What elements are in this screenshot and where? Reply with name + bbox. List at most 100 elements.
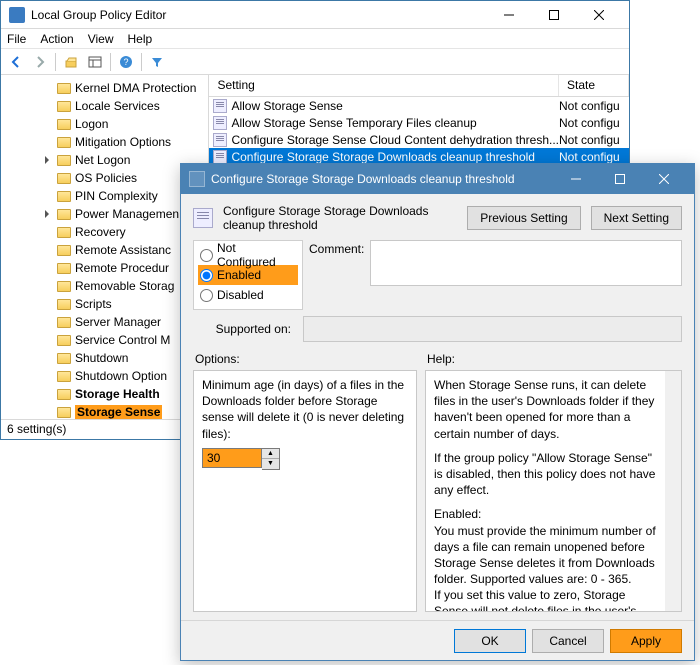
col-setting[interactable]: Setting <box>209 75 559 96</box>
state-radio-group: Not Configured Enabled Disabled <box>193 240 303 310</box>
minimize-button[interactable] <box>486 1 531 29</box>
forward-button[interactable] <box>29 51 51 73</box>
tree-pane[interactable]: Kernel DMA Protection Locale Services Logo… <box>1 75 209 439</box>
svg-text:?: ? <box>123 57 128 67</box>
options-text: Minimum age (in days) of a files in the … <box>202 377 408 442</box>
ok-button[interactable]: OK <box>454 629 526 653</box>
folder-icon <box>57 119 71 130</box>
tree-item[interactable]: Shutdown Option <box>1 367 208 385</box>
tree-item-label: Locale Services <box>75 99 160 113</box>
tree-item[interactable]: Removable Storag <box>1 277 208 295</box>
tree-item-label: Recovery <box>75 225 126 239</box>
help-icon[interactable]: ? <box>115 51 137 73</box>
tree-item-label: OS Policies <box>75 171 137 185</box>
menu-file[interactable]: File <box>7 32 26 46</box>
tree-item-label: Kernel DMA Protection <box>75 81 196 95</box>
cancel-button[interactable]: Cancel <box>532 629 604 653</box>
up-button[interactable] <box>60 51 82 73</box>
help-label: Help: <box>425 348 682 370</box>
folder-icon <box>57 407 71 418</box>
menu-help[interactable]: Help <box>128 32 153 46</box>
back-button[interactable] <box>5 51 27 73</box>
tree-item[interactable]: Net Logon <box>1 151 208 169</box>
spinner-buttons[interactable]: ▲▼ <box>262 448 280 470</box>
spinner-down-icon[interactable]: ▼ <box>262 459 279 468</box>
folder-icon <box>57 137 71 148</box>
folder-icon <box>57 281 71 292</box>
dialog-maximize-button[interactable] <box>598 164 642 194</box>
help-text: If the group policy "Allow Storage Sense… <box>434 450 661 499</box>
folder-icon <box>57 173 71 184</box>
options-label: Options: <box>193 348 417 370</box>
tree-item[interactable]: Logon <box>1 115 208 133</box>
days-spinner-input[interactable] <box>202 448 262 468</box>
toolbar: ? <box>1 49 629 75</box>
dialog-heading: Configure Storage Storage Downloads clea… <box>223 204 457 232</box>
list-setting: Configure Storage Storage Downloads clea… <box>231 150 559 164</box>
tree-item[interactable]: Remote Procedur <box>1 259 208 277</box>
list-row[interactable]: Allow Storage Sense Temporary Files clea… <box>209 114 629 131</box>
folder-icon <box>57 83 71 94</box>
dialog-minimize-button[interactable] <box>554 164 598 194</box>
list-row[interactable]: Allow Storage SenseNot configu <box>209 97 629 114</box>
folder-icon <box>57 191 71 202</box>
folder-icon <box>57 101 71 112</box>
tree-item[interactable]: Power Managemen <box>1 205 208 223</box>
list-state: Not configu <box>559 133 625 147</box>
tree-item[interactable]: Recovery <box>1 223 208 241</box>
radio-not-configured[interactable]: Not Configured <box>198 245 298 265</box>
filter-icon[interactable] <box>146 51 168 73</box>
tree-item[interactable]: Remote Assistanc <box>1 241 208 259</box>
apply-button[interactable]: Apply <box>610 629 682 653</box>
help-text: You must provide the minimum number of d… <box>434 524 656 587</box>
menu-action[interactable]: Action <box>40 32 73 46</box>
tree-item[interactable]: Locale Services <box>1 97 208 115</box>
spinner-up-icon[interactable]: ▲ <box>262 449 279 459</box>
next-setting-button[interactable]: Next Setting <box>591 206 682 230</box>
tree-item[interactable]: PIN Complexity <box>1 187 208 205</box>
dialog-close-button[interactable] <box>642 164 686 194</box>
tree-item[interactable]: Shutdown <box>1 349 208 367</box>
tree-item-label: PIN Complexity <box>75 189 158 203</box>
tree-item[interactable]: Scripts <box>1 295 208 313</box>
list-row[interactable]: Configure Storage Sense Cloud Content de… <box>209 131 629 148</box>
tree-item-label: Shutdown Option <box>75 369 167 383</box>
statusbar: 6 setting(s) <box>1 419 209 439</box>
tree-item-label: Server Manager <box>75 315 161 329</box>
tree-item-label: Logon <box>75 117 108 131</box>
help-scrollbar[interactable] <box>665 371 681 611</box>
menu-view[interactable]: View <box>88 32 114 46</box>
help-box: When Storage Sense runs, it can delete f… <box>425 370 682 612</box>
radio-label: Enabled <box>217 268 261 282</box>
tree-item[interactable]: Service Control M <box>1 331 208 349</box>
radio-disabled[interactable]: Disabled <box>198 285 298 305</box>
show-hide-button[interactable] <box>84 51 106 73</box>
help-text: Enabled: <box>434 507 481 521</box>
comment-textarea[interactable] <box>370 240 682 286</box>
folder-icon <box>57 389 71 400</box>
maximize-button[interactable] <box>531 1 576 29</box>
folder-icon <box>57 227 71 238</box>
folder-icon <box>57 155 71 166</box>
tree-item-label: Mitigation Options <box>75 135 171 149</box>
list-state: Not configu <box>559 99 625 113</box>
col-state[interactable]: State <box>559 75 629 96</box>
tree-item[interactable]: OS Policies <box>1 169 208 187</box>
previous-setting-button[interactable]: Previous Setting <box>467 206 580 230</box>
dialog-titlebar: Configure Storage Storage Downloads clea… <box>181 164 694 194</box>
tree-item[interactable]: Storage Health <box>1 385 208 403</box>
folder-icon <box>57 335 71 346</box>
tree-item-label: Storage Sense <box>75 405 162 419</box>
supported-on-box <box>303 316 682 342</box>
tree-item[interactable]: Mitigation Options <box>1 133 208 151</box>
tree-item[interactable]: Server Manager <box>1 313 208 331</box>
options-box: Minimum age (in days) of a files in the … <box>193 370 417 612</box>
radio-label: Disabled <box>217 288 264 302</box>
list-setting: Configure Storage Sense Cloud Content de… <box>231 133 559 147</box>
policy-item-icon <box>213 150 227 164</box>
help-text: If you set this value to zero, Storage S… <box>434 588 636 612</box>
tree-item-label: Power Managemen <box>75 207 179 221</box>
tree-item-label: Scripts <box>75 297 112 311</box>
tree-item[interactable]: Kernel DMA Protection <box>1 79 208 97</box>
close-button[interactable] <box>576 1 621 29</box>
